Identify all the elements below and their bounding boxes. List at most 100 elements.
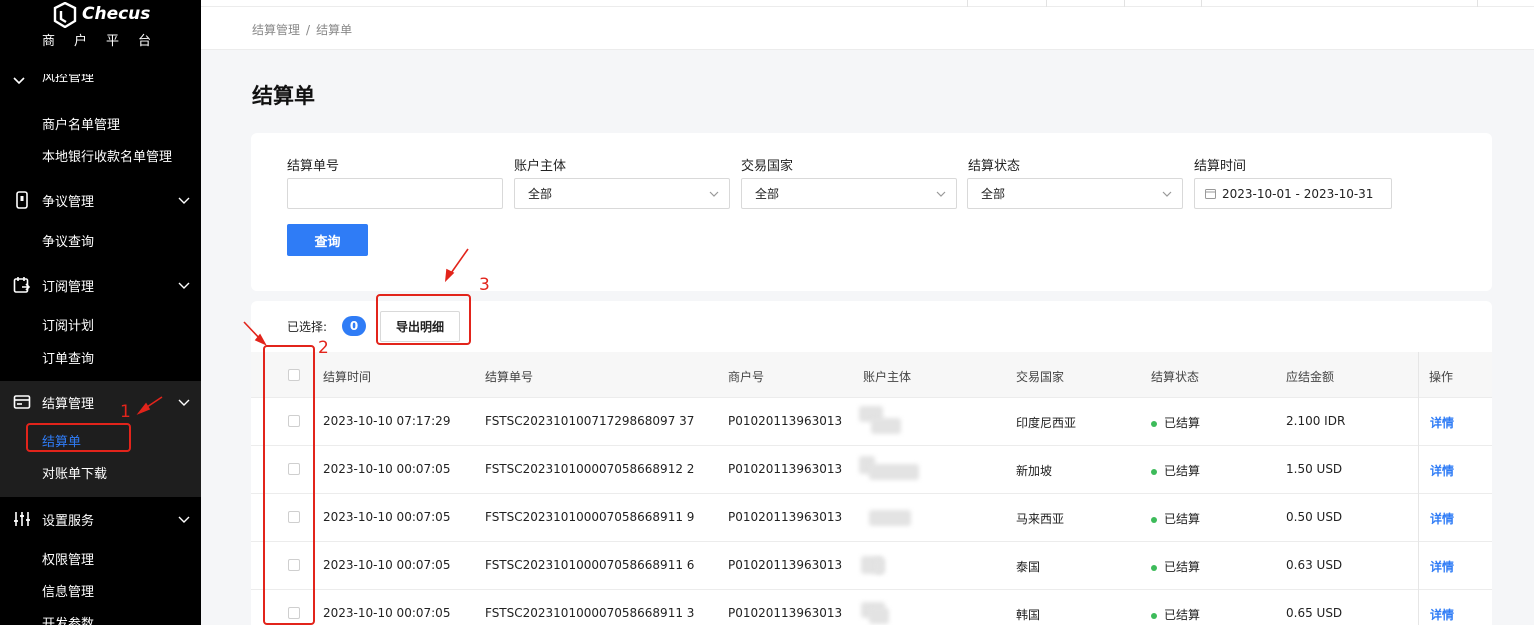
cell-bill-no: FSTSC202310100007058668911 3 bbox=[485, 606, 695, 620]
chevron-down-icon bbox=[709, 191, 719, 197]
header-divider bbox=[1124, 0, 1125, 7]
account-select[interactable]: 全部 bbox=[514, 178, 730, 209]
header-divider bbox=[1046, 0, 1047, 7]
bill-no-input[interactable] bbox=[287, 178, 503, 209]
time-label: 结算时间 bbox=[1194, 159, 1247, 174]
sidebar-group-subscription[interactable]: 订阅管理 bbox=[0, 267, 201, 303]
filter-panel: 结算单号 账户主体 全部 交易国家 全部 结算状态 全部 结算时间 2023-1… bbox=[251, 133, 1492, 291]
country-select[interactable]: 全部 bbox=[741, 178, 957, 209]
column-header-bill-no: 结算单号 bbox=[485, 370, 534, 384]
table-row: 2023-10-10 00:07:05 FSTSC202310100007058… bbox=[251, 494, 1492, 542]
chevron-down-icon bbox=[178, 516, 190, 523]
country-label: 交易国家 bbox=[741, 159, 794, 174]
chevron-down-icon bbox=[1162, 191, 1172, 197]
table-row: 2023-10-10 00:07:05 FSTSC202310100007058… bbox=[251, 590, 1492, 625]
annotation-number-1: 1 bbox=[120, 402, 131, 422]
date-range-value: 2023-10-01 - 2023-10-31 bbox=[1222, 186, 1374, 201]
detail-link[interactable]: 详情 bbox=[1430, 510, 1454, 527]
wallet-icon bbox=[12, 392, 32, 412]
cell-amount: 0.50 USD bbox=[1286, 510, 1343, 524]
detail-link[interactable]: 详情 bbox=[1430, 414, 1454, 431]
annotation-box-3 bbox=[376, 294, 471, 345]
account-select-value: 全部 bbox=[528, 187, 553, 201]
sidebar-item-merchant-list[interactable]: 商户名单管理 bbox=[42, 114, 120, 133]
cell-amount: 0.63 USD bbox=[1286, 558, 1343, 572]
sidebar-group-risk-partial[interactable]: 风控管理 bbox=[12, 74, 192, 88]
date-range-picker[interactable]: 2023-10-01 - 2023-10-31 bbox=[1194, 178, 1392, 209]
cell-time: 2023-10-10 00:07:05 bbox=[323, 462, 451, 476]
cell-bill-no: FSTSC202310100007058668912 2 bbox=[485, 462, 695, 476]
cell-amount: 1.50 USD bbox=[1286, 462, 1343, 476]
sidebar-group-label: 结算管理 bbox=[42, 396, 95, 412]
redacted-account bbox=[859, 406, 915, 436]
sidebar-item-dev-params[interactable]: 开发参数 bbox=[42, 613, 94, 625]
annotation-box-2 bbox=[263, 345, 315, 625]
cell-time: 2023-10-10 00:07:05 bbox=[323, 606, 451, 620]
phone-icon bbox=[12, 190, 32, 210]
sidebar-group-settlement[interactable]: 结算管理 bbox=[0, 384, 201, 420]
sidebar-group-label: 订阅管理 bbox=[42, 279, 95, 295]
detail-link[interactable]: 详情 bbox=[1430, 606, 1454, 623]
status-dot-icon bbox=[1151, 516, 1157, 523]
detail-link[interactable]: 详情 bbox=[1430, 462, 1454, 479]
selected-count-badge: 0 bbox=[342, 316, 366, 336]
cell-status: 已结算 bbox=[1151, 414, 1200, 431]
sidebar-item-local-bank-list[interactable]: 本地银行收款名单管理 bbox=[42, 146, 172, 165]
cell-bill-no: FSTSC20231010071729868097 37 bbox=[485, 414, 695, 428]
redacted-account bbox=[859, 550, 915, 580]
column-header-country: 交易国家 bbox=[1016, 370, 1065, 384]
account-label: 账户主体 bbox=[514, 159, 567, 174]
status-select[interactable]: 全部 bbox=[967, 178, 1183, 209]
breadcrumb-parent[interactable]: 结算管理 bbox=[252, 23, 300, 37]
sidebar-item-statement-download[interactable]: 对账单下载 bbox=[42, 463, 107, 482]
sidebar-group-settings[interactable]: 设置服务 bbox=[0, 501, 201, 537]
sidebar-item-subscription-plan[interactable]: 订阅计划 bbox=[42, 315, 94, 334]
cell-time: 2023-10-10 00:07:05 bbox=[323, 510, 451, 524]
header-divider bbox=[1201, 0, 1202, 7]
checus-logo-icon bbox=[53, 2, 77, 28]
cell-amount: 0.65 USD bbox=[1286, 606, 1343, 620]
sidebar-item-info-mgmt[interactable]: 信息管理 bbox=[42, 581, 94, 600]
cell-time: 2023-10-10 07:17:29 bbox=[323, 414, 451, 428]
selected-label: 已选择: bbox=[287, 320, 328, 334]
sidebar-item-dispute-query[interactable]: 争议查询 bbox=[42, 231, 94, 250]
settlement-table-card: 已选择: 0 导出明细 结算时间 结算单号 商户号 账户主体 交易国家 结算状态… bbox=[251, 301, 1492, 625]
brand-name: Checus bbox=[82, 4, 151, 24]
sliders-icon bbox=[12, 509, 32, 529]
brand-logo[interactable]: Checus 商户平台 bbox=[0, 0, 201, 56]
query-button[interactable]: 查询 bbox=[287, 224, 368, 256]
breadcrumb-bar: 结算管理 / 结算单 bbox=[201, 7, 1534, 50]
page-title: 结算单 bbox=[252, 84, 315, 108]
cell-country: 泰国 bbox=[1016, 560, 1041, 574]
column-header-merchant-no: 商户号 bbox=[728, 370, 765, 384]
cell-country: 韩国 bbox=[1016, 608, 1041, 622]
column-header-amount: 应结金额 bbox=[1286, 370, 1335, 384]
column-header-action: 操作 bbox=[1429, 370, 1454, 384]
chevron-down-icon bbox=[178, 399, 190, 406]
cell-status: 已结算 bbox=[1151, 606, 1200, 623]
annotation-box-1 bbox=[26, 423, 131, 452]
status-label: 结算状态 bbox=[968, 159, 1021, 174]
cell-bill-no: FSTSC202310100007058668911 9 bbox=[485, 510, 695, 524]
chevron-down-icon bbox=[178, 282, 190, 289]
column-header-status: 结算状态 bbox=[1151, 370, 1200, 384]
sidebar-item-permission-mgmt[interactable]: 权限管理 bbox=[42, 549, 94, 568]
sidebar-item-order-query[interactable]: 订单查询 bbox=[42, 348, 94, 367]
cell-bill-no: FSTSC202310100007058668911 6 bbox=[485, 558, 695, 572]
sidebar-group-label: 争议管理 bbox=[42, 194, 95, 210]
breadcrumb-current: 结算单 bbox=[316, 23, 353, 37]
cell-time: 2023-10-10 00:07:05 bbox=[323, 558, 451, 572]
annotation-number-2: 2 bbox=[318, 338, 329, 358]
cell-merchant-no: P01020113963013 bbox=[728, 606, 843, 620]
table-row: 2023-10-10 00:07:05 FSTSC202310100007058… bbox=[251, 542, 1492, 590]
header-divider bbox=[1477, 0, 1478, 7]
detail-link[interactable]: 详情 bbox=[1430, 558, 1454, 575]
bill-no-label: 结算单号 bbox=[287, 159, 340, 174]
sidebar-group-label: 风控管理 bbox=[42, 74, 95, 85]
cell-amount: 2.100 IDR bbox=[1286, 414, 1346, 428]
status-dot-icon bbox=[1151, 612, 1157, 619]
breadcrumb-separator: / bbox=[306, 23, 311, 37]
cell-country: 马来西亚 bbox=[1016, 512, 1065, 526]
chevron-down-icon bbox=[936, 191, 946, 197]
sidebar-group-dispute[interactable]: 争议管理 bbox=[0, 182, 201, 218]
